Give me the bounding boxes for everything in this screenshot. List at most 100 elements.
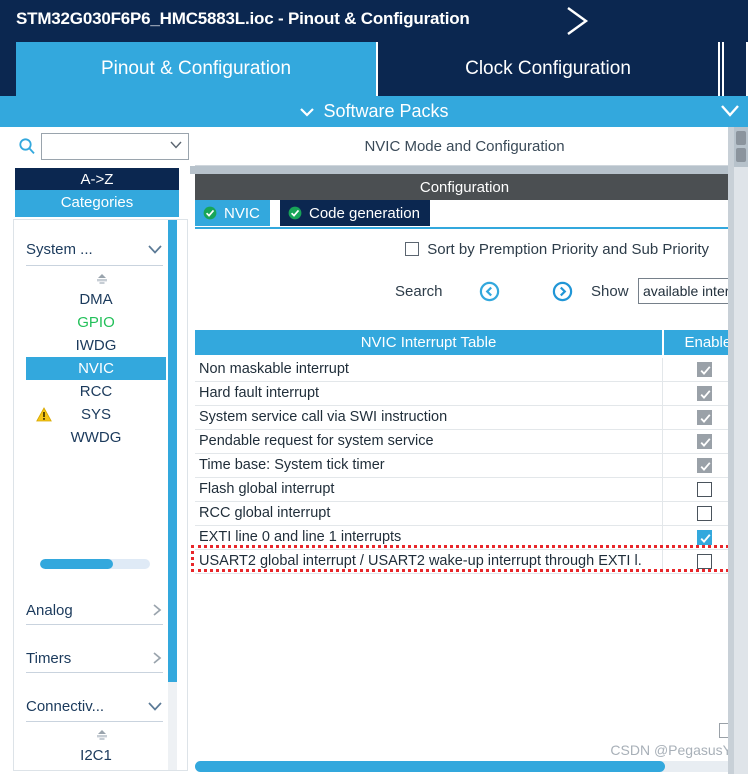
cell-divider — [662, 358, 663, 381]
subtabs-rule — [195, 227, 734, 229]
sidebar-item-dma-label: DMA — [79, 291, 113, 308]
nvic-interrupt-table: NVIC Interrupt Table Enabled Non maskabl… — [191, 330, 748, 594]
table-row[interactable]: RCC global interrupt — [195, 502, 748, 526]
horizontal-scrollbar-thumb[interactable] — [195, 761, 665, 772]
chevron-right-icon — [153, 604, 162, 616]
table-row[interactable]: System service call via SWI instruction — [195, 406, 748, 430]
sidebar-item-wwdg-label: WWDG — [70, 429, 122, 446]
interrupt-name: System service call via SWI instruction — [199, 409, 448, 425]
sidebar-item-wwdg[interactable]: WWDG — [26, 426, 166, 449]
config-subtabs: NVIC Code generation — [195, 200, 734, 226]
enabled-checkbox[interactable] — [697, 386, 712, 401]
sort-az-button[interactable]: A->Z — [15, 168, 179, 190]
categories-button[interactable]: Categories — [15, 190, 179, 214]
column-header-interrupt-label: NVIC Interrupt Table — [360, 334, 497, 351]
configuration-header: Configuration — [195, 174, 734, 200]
sort-by-priority-row[interactable]: Sort by Premption Priority and Sub Prior… — [195, 234, 734, 264]
check-icon — [700, 414, 711, 423]
tab-nvic[interactable]: NVIC — [195, 200, 270, 226]
sidebar-item-rcc[interactable]: RCC — [26, 380, 166, 403]
collapse-handle-icon-2[interactable] — [94, 729, 110, 742]
sidebar-group-analog-label: Analog — [26, 601, 73, 619]
sidebar-item-nvic[interactable]: NVIC — [26, 357, 166, 380]
sidebar-group-connectivity-rule — [26, 721, 163, 722]
table-row[interactable]: Non maskable interrupt — [195, 358, 748, 382]
sidebar-group-analog[interactable]: Analog — [26, 595, 163, 625]
tab-code-generation-label: Code generation — [309, 204, 420, 222]
sidebar-group-system-label: System ... — [26, 240, 93, 258]
sidebar-item-gpio[interactable]: GPIO — [26, 311, 166, 334]
enabled-checkbox[interactable] — [697, 410, 712, 425]
configuration-header-label: Configuration — [419, 178, 510, 196]
table-row[interactable]: Flash global interrupt — [195, 478, 748, 502]
table-row[interactable]: Hard fault interrupt — [195, 382, 748, 406]
sidebar-group-timers[interactable]: Timers — [26, 643, 163, 673]
sidebar-group-analog-rule — [26, 624, 163, 625]
tab-code-generation[interactable]: Code generation — [280, 200, 430, 226]
sidebar-group-system[interactable]: System ... — [26, 234, 163, 264]
mode-header-label: NVIC Mode and Configuration — [364, 137, 565, 155]
enabled-checkbox[interactable] — [697, 506, 712, 521]
sidebar-item-iwdg[interactable]: IWDG — [26, 334, 166, 357]
sidebar-item-i2c1[interactable]: I2C1 — [26, 744, 166, 767]
enabled-checkbox[interactable] — [697, 554, 712, 569]
sidebar-item-dma[interactable]: DMA — [26, 288, 166, 311]
chevron-right-icon — [153, 652, 162, 664]
sidebar-item-i2c2-label: I2C2 — [80, 770, 112, 771]
software-packs-label: Software Packs — [323, 101, 449, 121]
check-icon — [700, 438, 711, 447]
sidebar-search-box[interactable] — [41, 133, 189, 160]
chevron-down-icon[interactable] — [169, 140, 183, 150]
collapse-handle-icon[interactable] — [94, 273, 110, 286]
tab-pinout-configuration[interactable]: Pinout & Configuration — [16, 42, 376, 96]
categories-underline — [15, 214, 179, 217]
sidebar-group-scrollbar[interactable] — [40, 559, 150, 569]
chevron-right-icon — [567, 7, 589, 35]
enabled-checkbox[interactable] — [697, 434, 712, 449]
enabled-checkbox[interactable] — [697, 482, 712, 497]
interrupt-name: Pendable request for system service — [199, 433, 434, 449]
tab-pinout-configuration-label: Pinout & Configuration — [100, 58, 292, 79]
circle-right-arrow-icon[interactable] — [552, 281, 573, 302]
cell-divider — [662, 502, 663, 525]
enabled-checkbox[interactable] — [697, 362, 712, 377]
table-row[interactable]: Pendable request for system service — [195, 430, 748, 454]
tab-overflow[interactable] — [722, 42, 748, 96]
check-circle-icon — [203, 206, 217, 220]
cell-divider — [662, 550, 663, 573]
show-label: Show — [591, 283, 629, 300]
software-packs-button[interactable]: Software Packs — [0, 96, 748, 127]
cell-divider — [662, 478, 663, 501]
search-icon[interactable] — [18, 137, 36, 155]
interrupt-search-row: Search Show available interrupts — [195, 277, 748, 307]
software-packs-bar[interactable]: Software Packs — [0, 96, 748, 127]
scroll-up-button[interactable] — [736, 131, 746, 145]
sort-by-priority-checkbox[interactable] — [405, 242, 420, 256]
sidebar-search-row — [0, 130, 190, 164]
cubemx-window: STM32G030F6P6_HMC5883L.ioc - Pinout & Co… — [0, 0, 748, 774]
tab-nvic-label: NVIC — [224, 204, 260, 222]
circle-left-arrow-icon[interactable] — [479, 281, 500, 302]
chevron-down-icon-right[interactable] — [718, 101, 742, 121]
sidebar-scrollbar-thumb[interactable] — [168, 220, 177, 682]
sidebar-group-connectivity[interactable]: Connectiv... — [26, 691, 163, 721]
chevron-down-icon — [148, 701, 162, 711]
enabled-checkbox[interactable] — [697, 530, 712, 545]
tab-clock-configuration[interactable]: Clock Configuration — [376, 42, 720, 96]
check-icon — [700, 462, 711, 471]
watermark: CSDN @PegasusYu — [610, 742, 739, 758]
cell-divider — [662, 382, 663, 405]
cell-divider — [662, 406, 663, 429]
interrupt-name: EXTI line 0 and line 1 interrupts — [199, 529, 402, 545]
table-row[interactable]: Time base: System tick timer — [195, 454, 748, 478]
sidebar-item-i2c2[interactable]: I2C2 — [26, 767, 166, 771]
table-row[interactable]: USART2 global interrupt / USART2 wake-up… — [195, 550, 748, 574]
interrupt-name: USART2 global interrupt / USART2 wake-up… — [199, 553, 642, 569]
scroll-down-button[interactable] — [736, 148, 746, 162]
mode-header: NVIC Mode and Configuration — [195, 127, 734, 166]
search-input[interactable] — [45, 136, 169, 159]
table-row-exti[interactable]: EXTI line 0 and line 1 interrupts — [195, 526, 748, 550]
sidebar-item-sys[interactable]: SYS — [26, 403, 166, 426]
enabled-checkbox[interactable] — [697, 458, 712, 473]
check-circle-icon — [288, 206, 302, 220]
